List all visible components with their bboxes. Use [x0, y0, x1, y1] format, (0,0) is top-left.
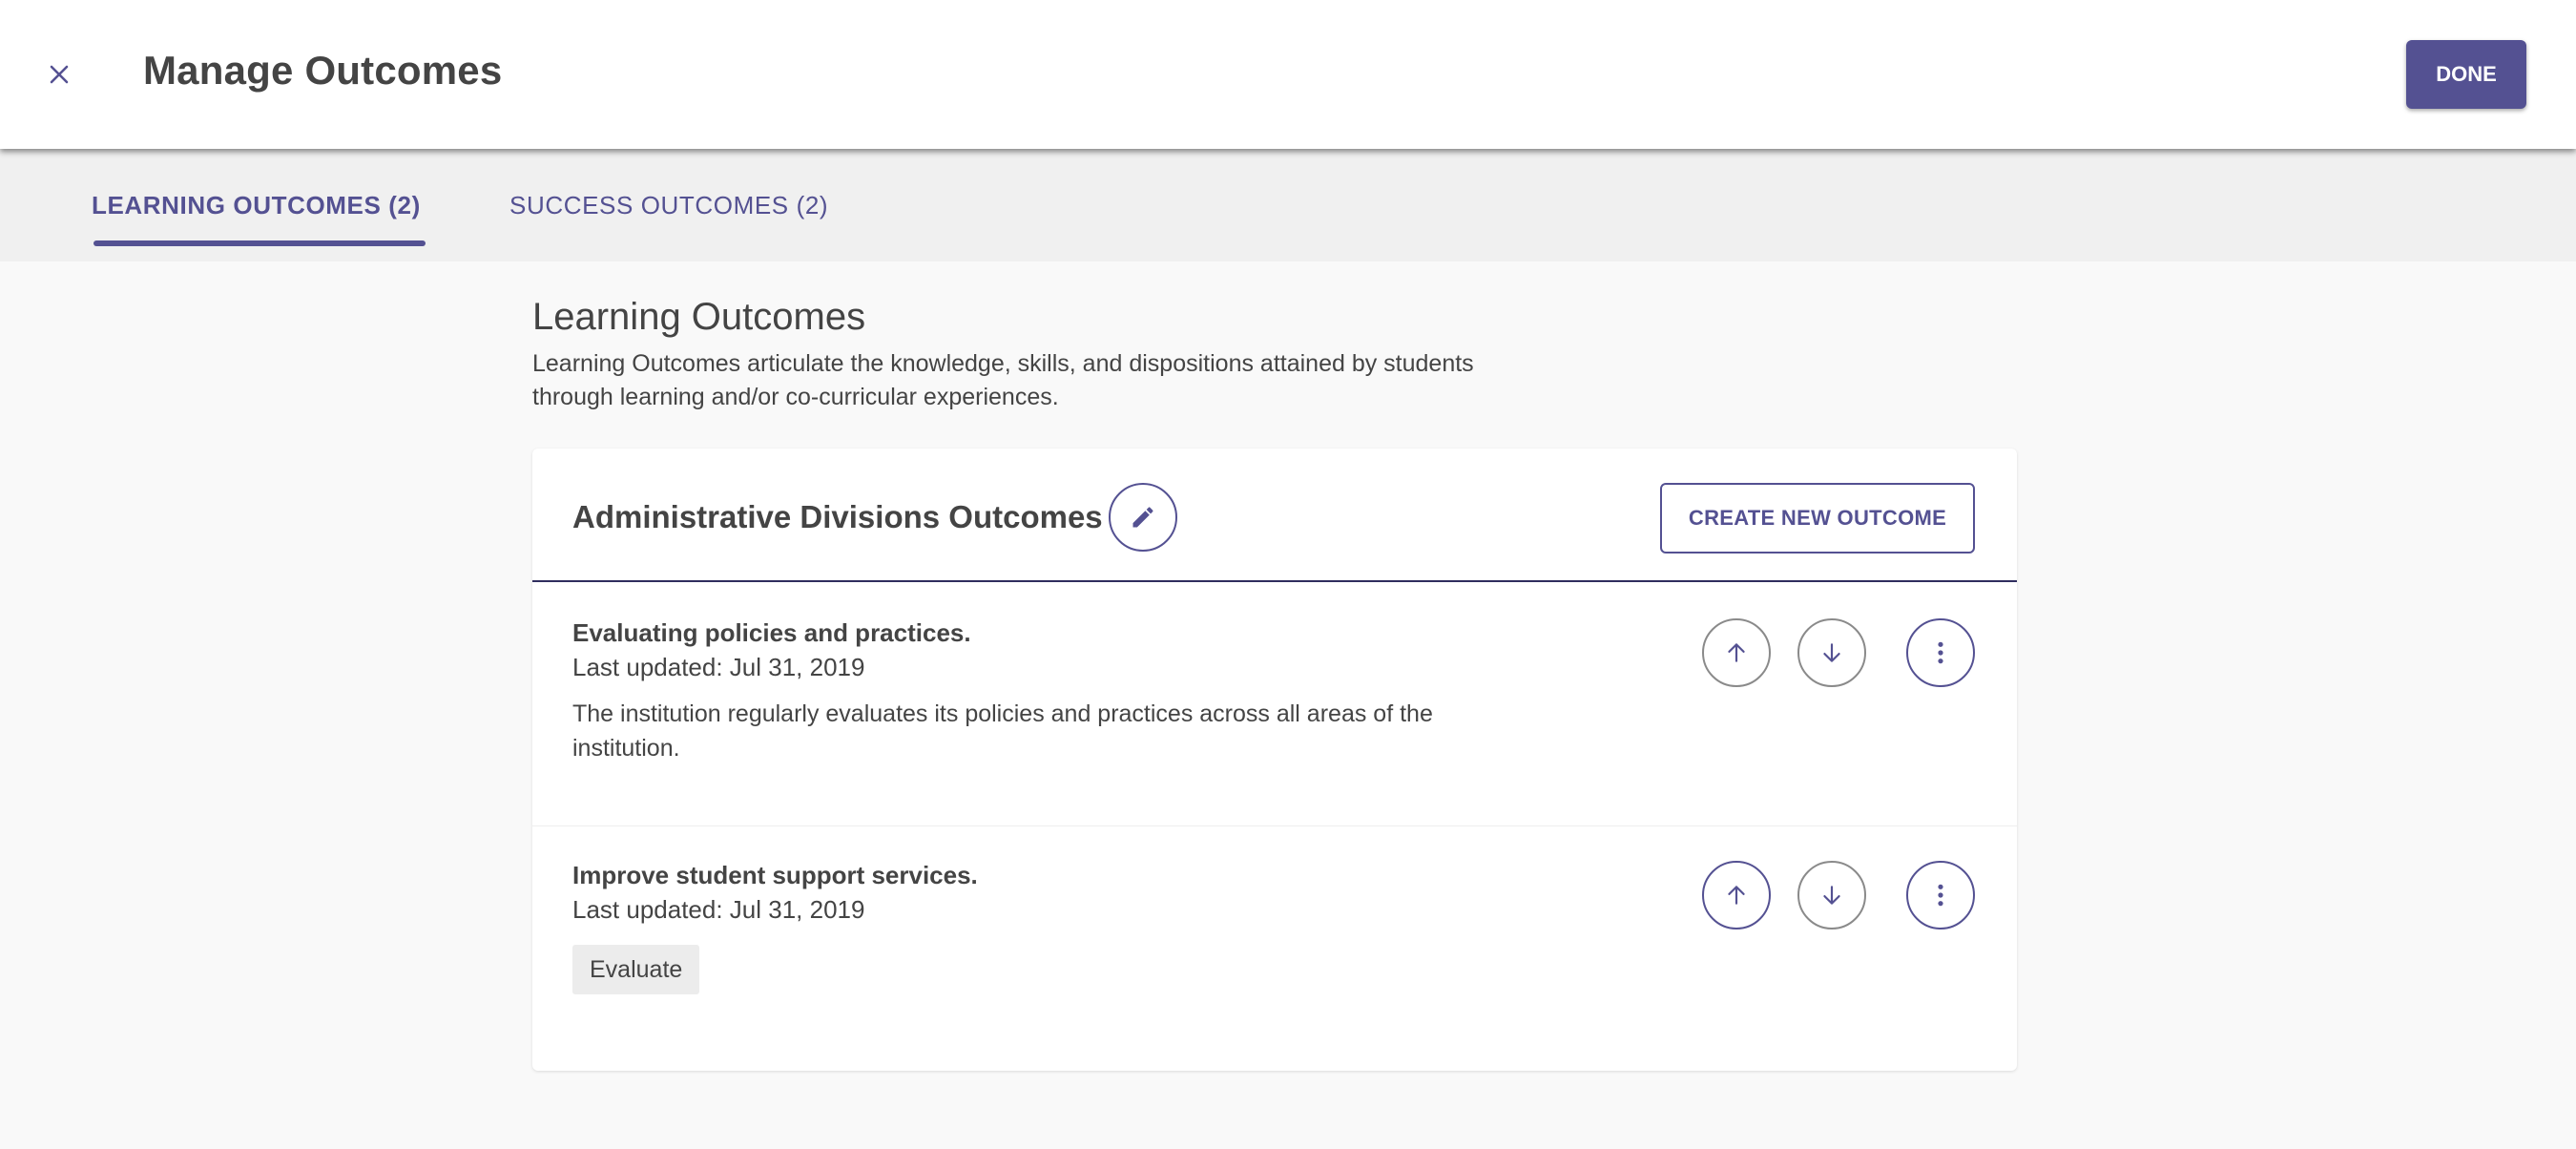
outcome-description: The institution regularly evaluates its …	[572, 700, 1433, 762]
create-new-outcome-button[interactable]: CREATE NEW OUTCOME	[1660, 483, 1975, 554]
outcomes-card: Administrative Divisions Outcomes CREATE…	[532, 449, 2017, 1071]
outcome-item: Evaluating policies and practices. Last …	[532, 584, 2017, 826]
more-options-button[interactable]	[1906, 618, 1975, 687]
arrow-up-icon	[1728, 643, 1745, 662]
outcome-tag: Evaluate	[572, 945, 700, 994]
active-tab-indicator	[93, 240, 426, 246]
move-down-button[interactable]	[1797, 618, 1866, 687]
move-down-button[interactable]	[1797, 861, 1866, 930]
move-up-button[interactable]	[1702, 618, 1771, 687]
pencil-icon	[1132, 507, 1153, 528]
edit-title-button[interactable]	[1109, 483, 1177, 552]
outcome-last-updated: Last updated: Jul 31, 2019	[572, 653, 865, 681]
done-button[interactable]: DONE	[2406, 40, 2526, 109]
card-header: Administrative Divisions Outcomes CREATE…	[532, 449, 2017, 582]
outcome-title: Improve student support services.	[572, 861, 978, 889]
card-title: Administrative Divisions Outcomes	[572, 499, 1103, 534]
top-bar: Manage Outcomes DONE	[0, 0, 2576, 149]
section-title: Learning Outcomes	[532, 296, 866, 338]
tab-success-outcomes[interactable]: SUCCESS OUTCOMES (2)	[509, 191, 828, 220]
section-description: Learning Outcomes articulate the knowled…	[532, 350, 1474, 410]
tab-learning-outcomes[interactable]: LEARNING OUTCOMES (2)	[92, 191, 421, 220]
arrow-up-icon	[1728, 886, 1745, 905]
outcome-title: Evaluating policies and practices.	[572, 618, 971, 647]
move-up-button[interactable]	[1702, 861, 1771, 930]
page-title: Manage Outcomes	[143, 48, 503, 93]
more-vertical-icon	[1938, 641, 1943, 664]
more-vertical-icon	[1938, 884, 1943, 907]
tab-bar: LEARNING OUTCOMES (2) SUCCESS OUTCOMES (…	[0, 149, 2576, 261]
arrow-down-icon	[1823, 886, 1840, 905]
close-button[interactable]	[38, 53, 80, 95]
outcome-last-updated: Last updated: Jul 31, 2019	[572, 895, 865, 924]
outcome-item: Improve student support services. Last u…	[532, 826, 2017, 1069]
close-icon	[50, 65, 69, 84]
more-options-button[interactable]	[1906, 861, 1975, 930]
arrow-down-icon	[1823, 643, 1840, 662]
